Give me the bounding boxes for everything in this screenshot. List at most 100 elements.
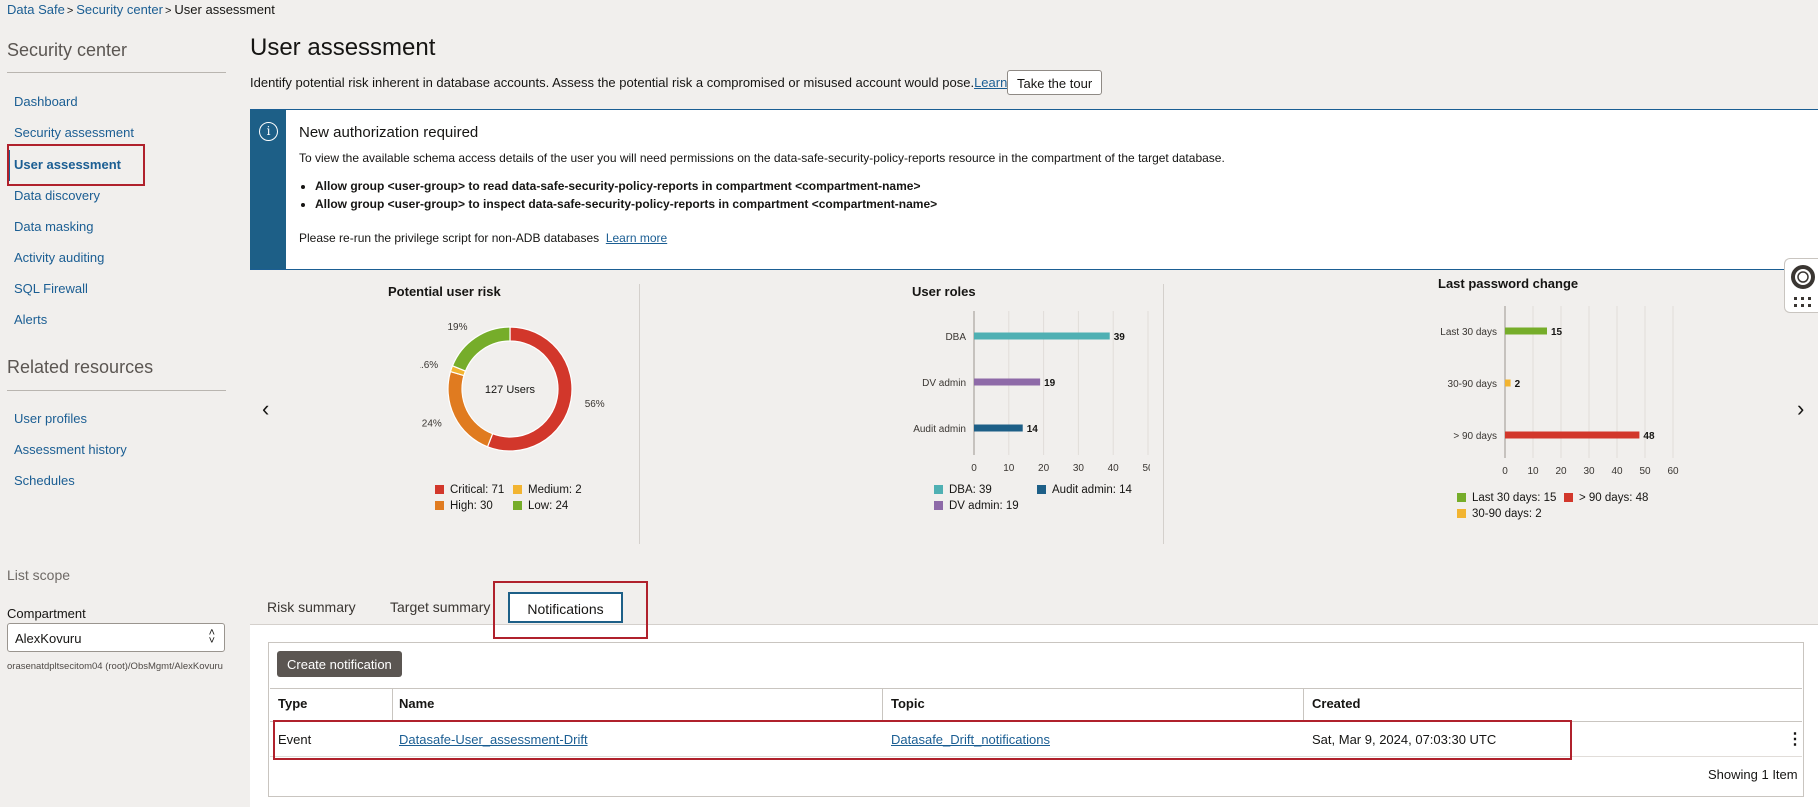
chart-title-last-password-change: Last password change <box>1438 276 1579 291</box>
column-header-topic[interactable]: Topic <box>891 696 925 711</box>
authorization-banner: i New authorization required To view the… <box>250 109 1818 270</box>
sidebar-item-schedules[interactable]: Schedules <box>14 473 75 488</box>
table-header <box>270 688 1802 722</box>
sidebar-item-user-profiles[interactable]: User profiles <box>14 411 87 426</box>
category-label: Last 30 days <box>1440 327 1497 338</box>
description-text: Identify potential risk inherent in data… <box>250 75 975 90</box>
x-tick-label: 10 <box>1527 466 1539 477</box>
list-scope-heading: List scope <box>7 567 71 583</box>
legend-label: DV admin: 19 <box>949 500 1019 512</box>
banner-stripe: i <box>250 110 286 269</box>
category-label: DBA <box>945 332 966 343</box>
cell-topic-link[interactable]: Datasafe_Drift_notifications <box>891 732 1050 747</box>
sidebar-item-data-masking[interactable]: Data masking <box>14 219 93 234</box>
x-tick-label: 30 <box>1583 466 1595 477</box>
category-label: DV admin <box>922 378 966 389</box>
compartment-path: orasenatdpltsecitom04 (root)/ObsMgmt/Ale… <box>7 661 223 672</box>
legend-label: Low: 24 <box>528 500 569 512</box>
info-icon: i <box>259 122 278 141</box>
policy-statement: Allow group <user-group> to inspect data… <box>315 196 937 214</box>
legend-label: Audit admin: 14 <box>1052 484 1132 496</box>
legend-item: Audit admin: 14 <box>1037 484 1132 496</box>
sidebar-item-assessment-history[interactable]: Assessment history <box>14 442 127 457</box>
compartment-label: Compartment <box>7 606 86 621</box>
bar-dba <box>974 332 1110 340</box>
rerun-learn-more-link[interactable]: Learn more <box>606 231 667 245</box>
sidebar-item-sql-firewall[interactable]: SQL Firewall <box>14 281 88 296</box>
legend-swatch <box>1564 493 1573 502</box>
x-tick-label: 0 <box>971 463 977 474</box>
slice-percent-label: 56% <box>585 399 605 410</box>
help-widget[interactable] <box>1784 258 1818 313</box>
related-resources-heading: Related resources <box>7 357 154 377</box>
sidebar-item-data-discovery[interactable]: Data discovery <box>14 188 100 203</box>
sidebar-item-dashboard[interactable]: Dashboard <box>14 94 78 109</box>
tab-target-summary[interactable]: Target summary <box>390 599 490 615</box>
column-header-created[interactable]: Created <box>1312 696 1360 711</box>
column-divider <box>392 688 393 721</box>
bar-value-label: 15 <box>1551 327 1563 338</box>
active-indicator <box>7 150 10 181</box>
page-description: Identify potential risk inherent in data… <box>250 75 1041 90</box>
tab-risk-summary[interactable]: Risk summary <box>267 599 356 615</box>
sidebar-item-user-assessment[interactable]: User assessment <box>14 157 121 172</box>
x-tick-label: 30 <box>1073 463 1085 474</box>
create-notification-button[interactable]: Create notification <box>277 651 402 677</box>
legend-label: Last 30 days: 15 <box>1472 492 1557 504</box>
password-change-bar-chart: 0 10 20 30 40 50 60 Last 30 days 15 30-90 days 2 > … <box>1440 306 1679 477</box>
bar-dv-admin <box>974 378 1041 386</box>
user-roles-bar-chart: 0 10 20 30 40 50 DBA 39 DV admin 19 Audit admin 14 <box>913 311 1150 474</box>
legend-swatch <box>1457 509 1466 518</box>
legend-label: 30-90 days: 2 <box>1472 508 1542 520</box>
x-tick-label: 40 <box>1108 463 1120 474</box>
x-tick-label: 50 <box>1142 463 1150 474</box>
legend-swatch <box>934 501 943 510</box>
chevron-right-icon[interactable]: › <box>1797 396 1804 422</box>
legend-swatch <box>435 501 444 510</box>
legend-swatch <box>435 485 444 494</box>
sidebar-item-alerts[interactable]: Alerts <box>14 312 47 327</box>
category-label: > 90 days <box>1453 431 1497 442</box>
sidebar-item-activity-auditing[interactable]: Activity auditing <box>14 250 104 265</box>
showing-count: Showing 1 Item <box>1708 767 1798 782</box>
banner-text: To view the available schema access deta… <box>299 151 1225 165</box>
tab-notifications[interactable]: Notifications <box>508 592 623 623</box>
banner-rerun: Please re-run the privilege script for n… <box>299 231 667 245</box>
sidebar-heading: Security center <box>7 40 128 60</box>
legend-item: Medium: 2 <box>513 484 582 496</box>
legend-label: DBA: 39 <box>949 484 992 496</box>
chart-divider <box>639 284 640 544</box>
kebab-icon[interactable]: ⋮ <box>1787 729 1803 749</box>
chart-title-user-roles: User roles <box>912 284 976 299</box>
chart-title-user-risk: Potential user risk <box>388 284 501 299</box>
legend-item: DBA: 39 <box>934 484 992 496</box>
bar--90-days <box>1505 431 1640 439</box>
bar-value-label: 39 <box>1114 332 1126 343</box>
column-header-name[interactable]: Name <box>399 696 434 711</box>
donut-slice-high <box>447 370 494 448</box>
compartment-select[interactable]: AlexKovuru ˄ ˅ <box>7 623 225 652</box>
x-tick-label: 20 <box>1038 463 1050 474</box>
legend-label: > 90 days: 48 <box>1579 492 1649 504</box>
legend-item: Last 30 days: 15 <box>1457 492 1556 504</box>
legend-item: High: 30 <box>435 500 493 512</box>
banner-title: New authorization required <box>299 124 479 141</box>
sidebar-item-security-assessment[interactable]: Security assessment <box>14 125 134 140</box>
rerun-text: Please re-run the privilege script for n… <box>299 231 600 245</box>
chevron-up-down-icon: ˄ ˅ <box>208 627 215 647</box>
cell-name-link[interactable]: Datasafe-User_assessment-Drift <box>399 732 588 747</box>
bar-30-90-days <box>1505 379 1511 387</box>
cell-type: Event <box>278 732 312 747</box>
cell-created: Sat, Mar 9, 2024, 07:03:30 UTC <box>1312 732 1497 747</box>
slice-percent-label: 1.6% <box>420 360 438 371</box>
x-tick-label: 0 <box>1502 466 1508 477</box>
take-tour-button[interactable]: Take the tour <box>1007 70 1103 95</box>
column-header-type[interactable]: Type <box>278 696 307 711</box>
chart-divider <box>1163 284 1164 544</box>
sidebar: Security center Dashboard Security asses… <box>0 0 232 807</box>
policy-statement: Allow group <user-group> to read data-sa… <box>315 178 937 196</box>
chevron-left-icon[interactable]: ‹ <box>262 396 269 422</box>
row-divider <box>270 756 1802 757</box>
lifebuoy-icon[interactable] <box>1785 259 1818 314</box>
slice-percent-label: 24% <box>422 419 442 430</box>
